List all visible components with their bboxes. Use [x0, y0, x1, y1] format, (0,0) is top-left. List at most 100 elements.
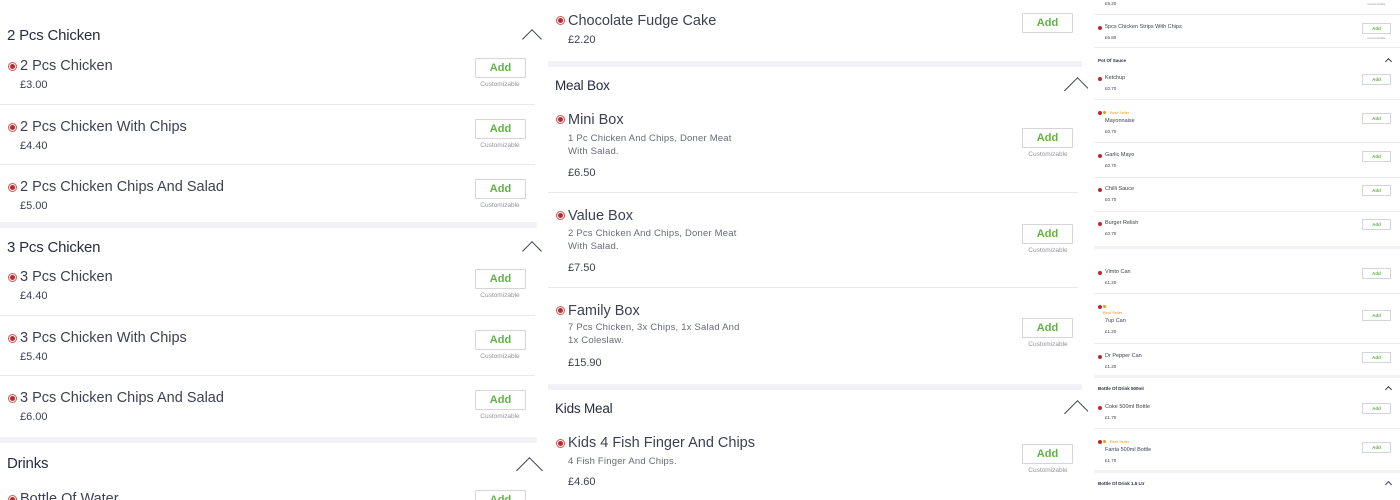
customizable-label: Customizable [1028, 151, 1068, 158]
add-button[interactable]: Add [1022, 444, 1073, 464]
category-header-drinks[interactable]: Drinks [7, 455, 49, 472]
add-button[interactable]: Add [1362, 403, 1391, 414]
veg-indicator-icon [8, 183, 17, 192]
category-header-bottle-500ml[interactable]: Bottle Of Drink 500ml [1098, 386, 1144, 391]
veg-indicator-icon [556, 211, 565, 220]
add-button[interactable]: Add [475, 390, 526, 410]
bestseller-badge: Best Seller [1110, 439, 1130, 444]
menu-item: 2 Pcs Chicken £3.00 Add Customizable [0, 48, 535, 105]
customizable-label: Customizable [480, 413, 520, 420]
veg-indicator-icon [8, 273, 17, 282]
bestseller-badge: Best Seller [1110, 110, 1130, 115]
section-divider [0, 437, 537, 443]
chevron-up-icon[interactable] [1384, 480, 1393, 489]
chevron-up-icon[interactable] [1384, 57, 1393, 66]
add-button[interactable]: Add [1022, 128, 1073, 148]
star-icon [1103, 440, 1106, 443]
item-divider [1094, 99, 1400, 100]
item-name: Mini Box [568, 112, 624, 128]
add-button[interactable]: Add [1362, 74, 1391, 85]
chevron-up-icon[interactable] [1064, 400, 1088, 427]
item-name: Fanta 500ml Bottle [1105, 447, 1152, 453]
item-price: £6.00 [20, 411, 48, 423]
item-price: £0.70 [1105, 231, 1117, 236]
veg-indicator-icon [1098, 440, 1102, 444]
item-divider [1094, 142, 1400, 143]
chevron-up-icon[interactable] [1384, 385, 1393, 394]
customizable-label: Customizable [480, 81, 520, 88]
item-name: Garlic Mayo [1105, 152, 1135, 158]
item-name: Dr Pepper Can [1105, 353, 1142, 359]
item-name: 5pcs Chicken Strips With Chips [1105, 24, 1182, 30]
add-button[interactable]: Add [1362, 113, 1391, 124]
veg-indicator-icon [8, 62, 17, 71]
section-divider [0, 222, 537, 228]
item-divider [1094, 47, 1400, 48]
item-name: Bottle Of Water [20, 491, 119, 500]
item-name: Value Box [568, 208, 634, 224]
veg-indicator-icon [8, 334, 17, 343]
add-button[interactable]: Add [1362, 151, 1391, 162]
category-header-bottle-1-5-ltr[interactable]: Bottle Of Drink 1.5 Ltr [1098, 481, 1145, 486]
category-header-meal-box[interactable]: Meal Box [555, 78, 610, 93]
add-button[interactable]: Add [1362, 352, 1391, 363]
add-button[interactable]: Add [1022, 13, 1073, 33]
veg-indicator-icon [1098, 305, 1102, 309]
menu-item: Mini Box 1 Pc Chicken And Chips, Doner M… [548, 100, 1078, 193]
menu-item: 3 Pcs Chicken £4.40 Add Customizable [0, 259, 535, 316]
customizable-label: Customizable [1028, 467, 1068, 474]
item-name: 2 Pcs Chicken With Chips [20, 119, 187, 135]
add-button[interactable]: Add [475, 269, 526, 289]
star-icon [1103, 305, 1106, 308]
item-divider [1094, 14, 1400, 15]
item-price: £1.20 [1105, 329, 1117, 334]
item-price: £5.20 [1105, 1, 1117, 6]
add-button[interactable]: Add [1362, 23, 1391, 34]
menu-item: 2 Pcs Chicken Chips And Salad £5.00 Add … [0, 165, 535, 225]
section-divider [548, 61, 1082, 67]
section-divider [1094, 375, 1400, 378]
veg-indicator-icon [556, 16, 565, 25]
add-button[interactable]: Add [475, 119, 526, 139]
category-header-2pcs-chicken[interactable]: 2 Pcs Chicken [7, 27, 100, 44]
item-price: £0.70 [1105, 129, 1117, 134]
item-description: 2 Pcs Chicken And Chips, Doner Meat With… [568, 228, 737, 252]
veg-indicator-icon [1098, 271, 1102, 275]
item-price: £6.50 [568, 167, 596, 179]
add-button[interactable]: Add [475, 179, 526, 199]
chevron-up-icon[interactable] [522, 29, 542, 49]
item-name: 3 Pcs Chicken With Chips [20, 330, 187, 346]
customizable-label: Customizable [480, 202, 520, 209]
category-header-kids-meal[interactable]: Kids Meal [555, 401, 613, 416]
item-price: £1.70 [1105, 458, 1117, 463]
item-divider [1094, 177, 1400, 178]
menu-column-middle: Chocolate Fudge Cake £2.20 Add Meal Box … [548, 0, 1088, 500]
menu-item: 3 Pcs Chicken Chips And Salad £6.00 Add … [0, 376, 535, 436]
item-price: £15.90 [568, 357, 602, 369]
chevron-up-icon[interactable] [522, 241, 542, 261]
add-button[interactable]: Add [1362, 185, 1391, 196]
add-button[interactable]: Add [1362, 219, 1391, 230]
add-button[interactable]: Add [1362, 442, 1391, 453]
veg-indicator-icon [8, 495, 17, 500]
add-button[interactable]: Add [1362, 268, 1391, 279]
menu-item: Chocolate Fudge Cake £2.20 Add [548, 0, 1088, 62]
customizable-label: Customizable [1367, 2, 1386, 6]
add-button[interactable]: Add [475, 330, 526, 350]
add-button[interactable]: Add [1362, 310, 1391, 321]
item-price: £4.40 [20, 290, 48, 302]
item-price: £3.00 [20, 79, 48, 91]
item-name: 3 Pcs Chicken [20, 269, 113, 285]
add-button[interactable]: Add [475, 58, 526, 78]
item-divider [1094, 211, 1400, 212]
item-name: 3 Pcs Chicken Chips And Salad [20, 390, 224, 406]
item-divider [1094, 293, 1400, 294]
category-header-3pcs-chicken[interactable]: 3 Pcs Chicken [7, 239, 100, 256]
add-button[interactable]: Add [1022, 224, 1073, 244]
menu-item: Bottle Of Water Add [0, 480, 535, 500]
item-price: £0.70 [1105, 163, 1117, 168]
add-button[interactable]: Add [475, 490, 526, 500]
veg-indicator-icon [8, 394, 17, 403]
add-button[interactable]: Add [1022, 318, 1073, 338]
category-header-pot-of-sauce[interactable]: Pot Of Sauce [1098, 58, 1126, 63]
